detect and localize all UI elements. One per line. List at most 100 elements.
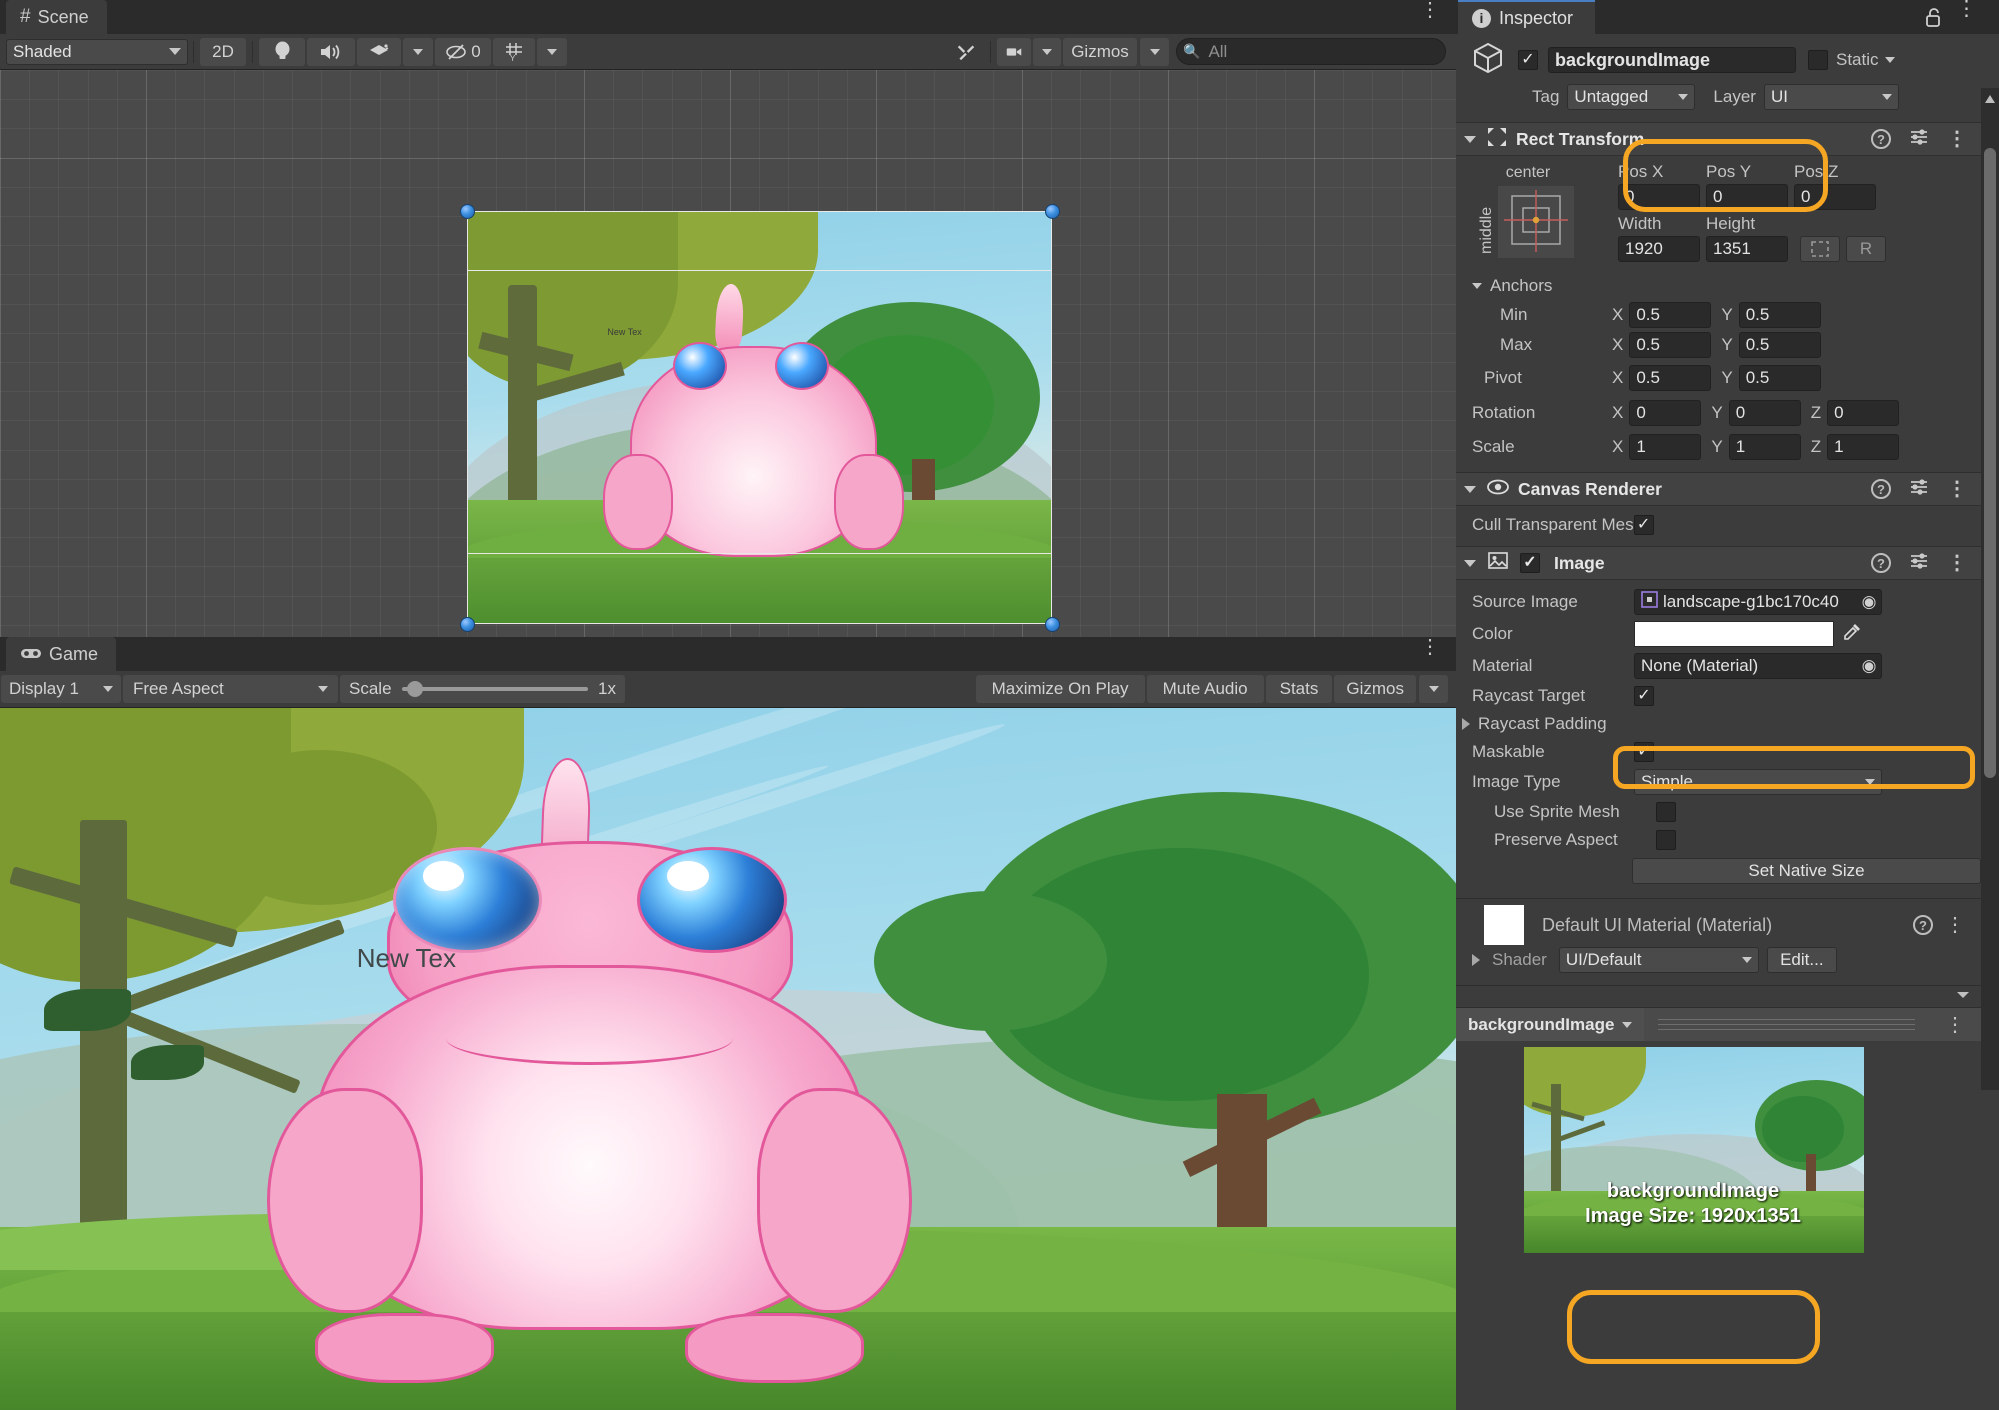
scale-z-input[interactable]: 1 [1827, 434, 1899, 460]
camera-icon[interactable] [997, 38, 1031, 66]
tab-scene[interactable]: # Scene [6, 0, 107, 34]
scale-x-input[interactable]: 1 [1629, 434, 1701, 460]
hidden-objects-toggle[interactable]: 0 [435, 38, 491, 66]
rotation-x-input[interactable]: 0 [1629, 400, 1701, 426]
lock-open-icon[interactable] [1923, 6, 1943, 33]
anchor-preset-widget[interactable] [1498, 186, 1574, 258]
image-type-dropdown[interactable]: Simple [1634, 769, 1882, 795]
pos-y-input[interactable]: 0 [1706, 184, 1788, 210]
anchor-max-x-input[interactable]: 0.5 [1629, 332, 1711, 358]
kebab-menu-icon[interactable]: ⋮ [1929, 1020, 1981, 1030]
effects-layers-icon[interactable] [357, 38, 401, 66]
scale-y-input[interactable]: 1 [1729, 434, 1801, 460]
use-sprite-mesh-checkbox[interactable] [1656, 802, 1676, 822]
raw-edit-button[interactable]: R [1846, 236, 1886, 262]
object-enabled-checkbox[interactable]: ✓ [1518, 50, 1538, 70]
effects-dropdown[interactable] [403, 38, 433, 66]
cull-transparent-mesh-checkbox[interactable]: ✓ [1634, 515, 1654, 535]
tag-dropdown[interactable]: Untagged [1567, 84, 1695, 110]
gizmos-button[interactable]: Gizmos [1063, 38, 1137, 66]
preset-icon[interactable] [1909, 128, 1929, 151]
eyedropper-icon[interactable] [1842, 622, 1862, 647]
foldout-open-icon[interactable] [1464, 136, 1476, 143]
scroll-up-arrow[interactable] [1981, 88, 1999, 110]
grid-axis-icon[interactable]: Y [493, 38, 535, 66]
material-foldout-icon[interactable] [1472, 954, 1480, 966]
scene-viewport[interactable]: New Tex [0, 70, 1456, 637]
toggle-2d-button[interactable]: 2D [200, 38, 246, 66]
object-picker-icon[interactable]: ◉ [1857, 592, 1881, 612]
resize-handle-bottom-left[interactable] [460, 617, 475, 632]
set-native-size-button[interactable]: Set Native Size [1632, 858, 1981, 884]
preserve-aspect-checkbox[interactable] [1656, 830, 1676, 850]
rotation-z-input[interactable]: 0 [1827, 400, 1899, 426]
preset-icon[interactable] [1909, 552, 1929, 575]
aspect-dropdown[interactable]: Free Aspect [123, 675, 338, 703]
game-viewport[interactable]: New Tex [0, 708, 1456, 1410]
canvas-renderer-header[interactable]: Canvas Renderer ? ⋮ [1456, 472, 1981, 506]
shading-mode-dropdown[interactable]: Shaded [6, 39, 188, 65]
resize-handle-top-left[interactable] [460, 204, 475, 219]
inspector-resize-strip[interactable] [1456, 985, 1981, 1007]
static-checkbox[interactable] [1808, 50, 1828, 70]
preset-icon[interactable] [1909, 478, 1929, 501]
stats-button[interactable]: Stats [1266, 675, 1333, 703]
layer-dropdown[interactable]: UI [1764, 84, 1899, 110]
blueprint-mode-button[interactable] [1800, 236, 1840, 262]
shader-edit-button[interactable]: Edit... [1767, 947, 1837, 973]
mute-audio-button[interactable]: Mute Audio [1147, 675, 1264, 703]
kebab-menu-icon[interactable]: ⋮ [1947, 558, 1967, 568]
lightbulb-icon[interactable] [259, 38, 305, 66]
anchors-foldout[interactable]: Anchors [1456, 272, 1981, 300]
rect-transform-header[interactable]: Rect Transform ? ⋮ [1456, 122, 1981, 156]
kebab-menu-icon[interactable]: ⋮ [1945, 920, 1965, 930]
resize-handle-top-right[interactable] [1045, 204, 1060, 219]
help-icon[interactable]: ? [1913, 915, 1933, 935]
pos-x-input[interactable]: 0 [1618, 184, 1700, 210]
color-swatch[interactable] [1634, 621, 1834, 647]
game-gizmos-dropdown[interactable] [1418, 675, 1448, 703]
rotation-y-input[interactable]: 0 [1729, 400, 1801, 426]
scale-slider-knob[interactable] [407, 681, 423, 697]
height-input[interactable]: 1351 [1706, 236, 1788, 262]
game-gizmos-button[interactable]: Gizmos [1334, 675, 1416, 703]
pivot-y-input[interactable]: 0.5 [1739, 365, 1821, 391]
kebab-menu-icon[interactable]: ⋮ [1947, 484, 1967, 494]
raycast-target-checkbox[interactable]: ✓ [1634, 686, 1654, 706]
grid-dropdown[interactable] [537, 38, 567, 66]
foldout-closed-icon[interactable] [1462, 718, 1470, 730]
kebab-menu-icon[interactable]: ⋮ [1947, 134, 1967, 144]
maximize-on-play-button[interactable]: Maximize On Play [976, 675, 1145, 703]
anchor-min-x-input[interactable]: 0.5 [1629, 302, 1711, 328]
raycast-padding-foldout[interactable]: Raycast Padding [1456, 710, 1981, 738]
scale-slider-group[interactable]: Scale 1x [340, 675, 625, 703]
source-image-field[interactable]: landscape-g1bc170c40 ◉ [1634, 589, 1882, 615]
preview-viewport[interactable]: backgroundImage Image Size: 1920x1351 [1456, 1041, 1981, 1263]
foldout-open-icon[interactable] [1464, 486, 1476, 493]
tab-game[interactable]: Game [6, 637, 116, 671]
maskable-checkbox[interactable]: ✓ [1634, 742, 1654, 762]
scene-panel-menu[interactable]: ⋮ [1420, 5, 1440, 15]
preview-drag-handle[interactable] [1644, 1008, 1929, 1041]
scale-slider[interactable] [402, 687, 589, 691]
scene-selected-image[interactable]: New Tex [467, 211, 1052, 624]
static-dropdown-icon[interactable] [1885, 57, 1895, 63]
scene-search-input[interactable]: 🔍 All [1176, 38, 1446, 65]
game-panel-menu[interactable]: ⋮ [1420, 642, 1440, 652]
gizmos-dropdown[interactable] [1139, 38, 1169, 66]
foldout-open-icon[interactable] [1472, 283, 1482, 289]
image-component-header[interactable]: ✓ Image ? ⋮ [1456, 546, 1981, 580]
pos-z-input[interactable]: 0 [1794, 184, 1876, 210]
preview-object-dropdown[interactable]: backgroundImage [1456, 1008, 1644, 1041]
tools-icon[interactable] [948, 38, 984, 66]
material-field[interactable]: None (Material) ◉ [1634, 653, 1882, 679]
resize-handle-bottom-right[interactable] [1045, 617, 1060, 632]
speaker-icon[interactable] [307, 38, 355, 66]
anchor-min-y-input[interactable]: 0.5 [1739, 302, 1821, 328]
chevron-down-icon[interactable] [1955, 988, 1971, 1007]
help-icon[interactable]: ? [1871, 479, 1891, 499]
object-name-input[interactable]: backgroundImage [1548, 47, 1796, 73]
display-dropdown[interactable]: Display 1 [1, 675, 121, 703]
object-picker-icon[interactable]: ◉ [1857, 656, 1881, 676]
camera-dropdown[interactable] [1033, 38, 1061, 66]
